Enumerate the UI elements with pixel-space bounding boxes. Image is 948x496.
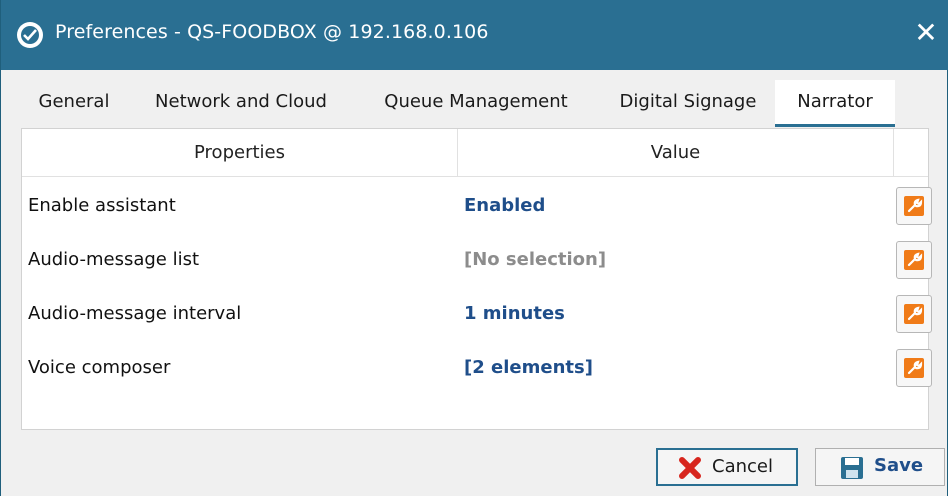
wrench-icon [904, 196, 924, 216]
floppy-disk-icon [840, 456, 864, 480]
column-header-properties[interactable]: Properties [22, 129, 458, 177]
property-value[interactable]: 1 minutes [464, 287, 565, 341]
wrench-icon [904, 304, 924, 324]
property-value[interactable]: Enabled [464, 179, 545, 233]
wrench-icon [904, 250, 924, 270]
property-value[interactable]: [2 elements] [464, 341, 593, 395]
tab-queue-management[interactable]: Queue Management [363, 80, 589, 124]
table-row[interactable]: Audio-message interval 1 minutes [22, 287, 932, 341]
save-button[interactable]: Save [815, 448, 945, 486]
table-row[interactable]: Voice composer [2 elements] [22, 341, 932, 395]
cancel-label: Cancel [712, 456, 773, 477]
edit-property-button[interactable] [896, 295, 932, 333]
column-header-value[interactable]: Value [458, 129, 894, 177]
property-label: Audio-message interval [28, 303, 242, 324]
table-row[interactable]: Audio-message list [No selection] [22, 233, 932, 287]
property-label: Audio-message list [28, 249, 200, 270]
cancel-x-icon [678, 456, 702, 480]
title-bar[interactable]: Preferences - QS-FOODBOX @ 192.168.0.106… [1, 0, 948, 70]
save-label: Save [874, 455, 924, 476]
edit-property-button[interactable] [896, 187, 932, 225]
cancel-button[interactable]: Cancel [656, 448, 798, 486]
edit-property-button[interactable] [896, 241, 932, 279]
column-header-edit [894, 129, 928, 177]
window-title: Preferences - QS-FOODBOX @ 192.168.0.106 [55, 21, 489, 43]
property-label: Enable assistant [28, 195, 176, 216]
tab-network-and-cloud[interactable]: Network and Cloud [135, 80, 347, 124]
preferences-window: Preferences - QS-FOODBOX @ 192.168.0.106… [0, 0, 948, 496]
app-logo-icon [17, 22, 43, 48]
wrench-icon [904, 358, 924, 378]
tab-narrator[interactable]: Narrator [775, 80, 895, 127]
tab-general[interactable]: General [21, 80, 127, 124]
table-row[interactable]: Enable assistant Enabled [22, 179, 932, 233]
properties-grid: Properties Value Enable assistant Enable… [21, 128, 932, 430]
property-label: Voice composer [28, 357, 171, 378]
tab-digital-signage[interactable]: Digital Signage [603, 80, 773, 124]
property-value[interactable]: [No selection] [464, 233, 606, 287]
close-icon[interactable]: ✕ [911, 16, 941, 50]
edit-property-button[interactable] [896, 349, 932, 387]
